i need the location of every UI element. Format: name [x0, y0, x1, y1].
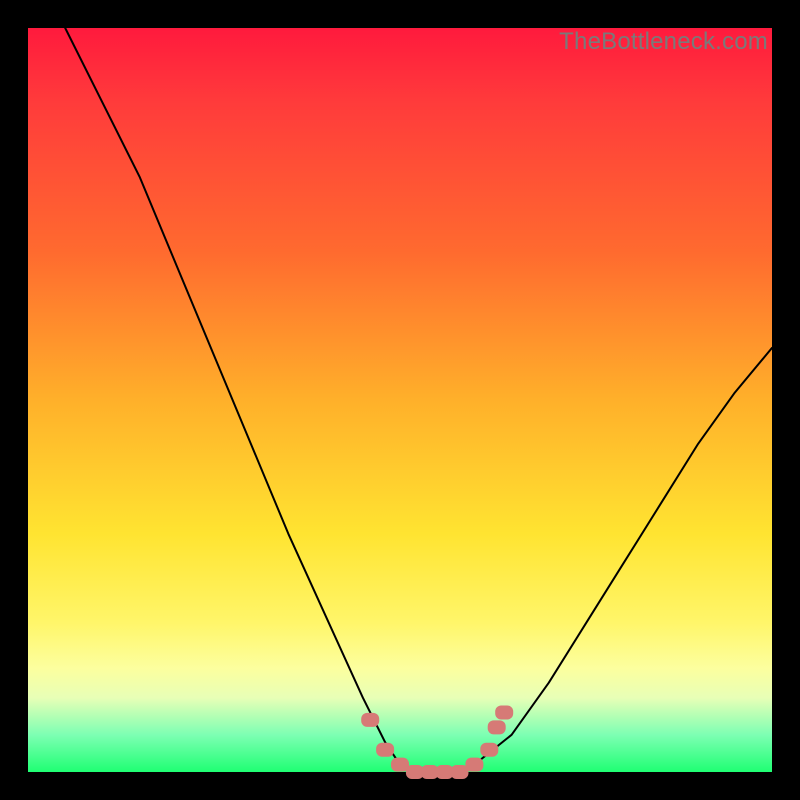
marker-dot [376, 743, 394, 757]
chart-frame: TheBottleneck.com [0, 0, 800, 800]
marker-dots [361, 706, 513, 780]
bottleneck-curve [65, 28, 772, 772]
chart-svg [28, 28, 772, 772]
marker-dot [488, 720, 506, 734]
marker-dot [361, 713, 379, 727]
marker-dot [480, 743, 498, 757]
marker-dot [465, 758, 483, 772]
marker-dot [495, 706, 513, 720]
plot-area: TheBottleneck.com [28, 28, 772, 772]
